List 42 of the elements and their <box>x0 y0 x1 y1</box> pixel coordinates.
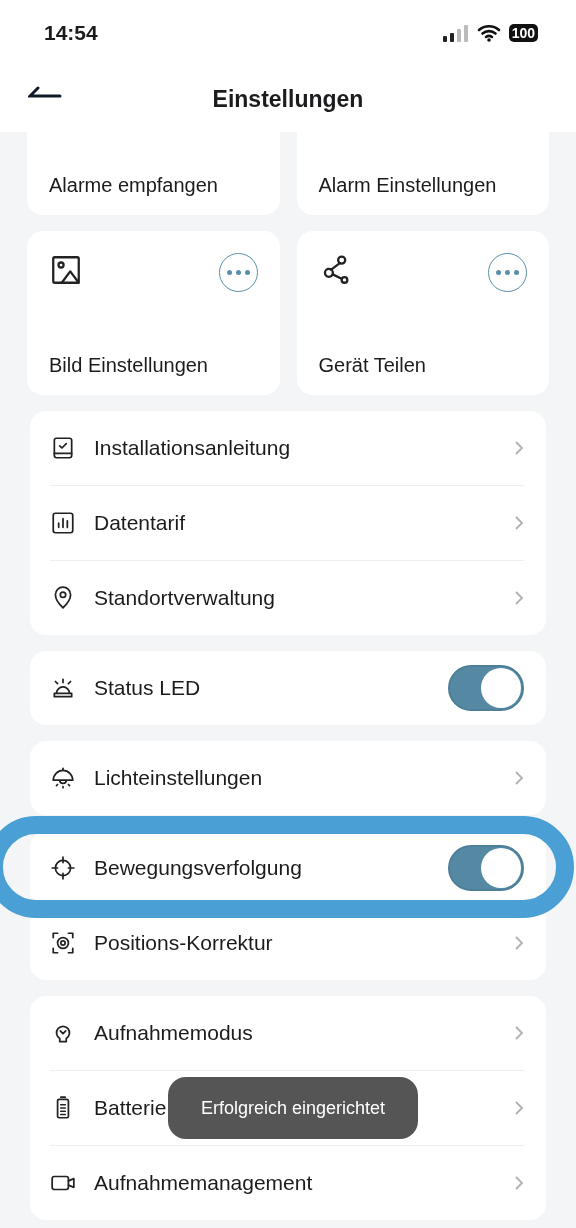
more-button[interactable] <box>218 253 258 292</box>
setting-label[interactable]: Datentarif <box>94 511 496 535</box>
setting-label[interactable]: Installationsanleitung <box>94 436 496 460</box>
more-button[interactable] <box>488 253 527 292</box>
focus-target-icon <box>50 930 76 956</box>
chevron-right-icon <box>514 1100 524 1116</box>
back-icon[interactable] <box>28 86 62 100</box>
tile-label: Gerät Teilen <box>318 354 427 377</box>
page-title: Einstellungen <box>212 85 364 113</box>
chevron-right-icon <box>514 515 524 531</box>
chevron-right-icon <box>514 770 524 786</box>
settings-tile[interactable]: Bild Einstellungen <box>27 231 280 395</box>
chevron-right-icon <box>514 1025 524 1041</box>
tile-label: Alarm Einstellungen <box>318 174 498 197</box>
settings-tile[interactable]: Gerät Teilen <box>296 231 549 395</box>
settings-tile[interactable]: Alarm Einstellungen <box>296 130 549 215</box>
chevron-right-icon <box>514 935 524 951</box>
tile-label: Bild Einstellungen <box>49 354 209 377</box>
crosshair-icon <box>50 855 76 881</box>
wifi-icon <box>476 24 501 42</box>
image-icon <box>49 253 83 287</box>
checklist-icon <box>50 435 76 461</box>
battery-level: 100 <box>508 24 538 42</box>
ceiling-light-icon <box>50 765 76 791</box>
chevron-right-icon <box>514 1175 524 1191</box>
chevron-right-icon <box>514 440 524 456</box>
status-time: 14:54 <box>44 21 98 45</box>
setting-label[interactable]: Aufnahmemodus <box>94 1021 496 1045</box>
signal-icon <box>442 24 469 42</box>
bar-chart-icon <box>50 510 76 536</box>
setting-label[interactable]: Positions-Korrektur <box>94 931 496 955</box>
setting-label[interactable]: Aufnahmemanagement <box>94 1171 496 1195</box>
toggle-switch[interactable] <box>448 845 524 891</box>
settings-tile[interactable]: Alarme empfangen <box>27 130 280 215</box>
setting-label[interactable]: Standortverwaltung <box>94 586 496 610</box>
tile-label: Alarme empfangen <box>49 174 219 197</box>
toggle-switch[interactable] <box>448 665 524 711</box>
setting-label[interactable]: Bewegungsverfolgung <box>94 856 430 880</box>
setting-label[interactable]: Lichteinstellungen <box>94 766 496 790</box>
chevron-right-icon <box>514 590 524 606</box>
success-toast: Erfolgreich eingerichtet <box>168 1077 418 1139</box>
setting-label[interactable]: Status LED <box>94 676 430 700</box>
